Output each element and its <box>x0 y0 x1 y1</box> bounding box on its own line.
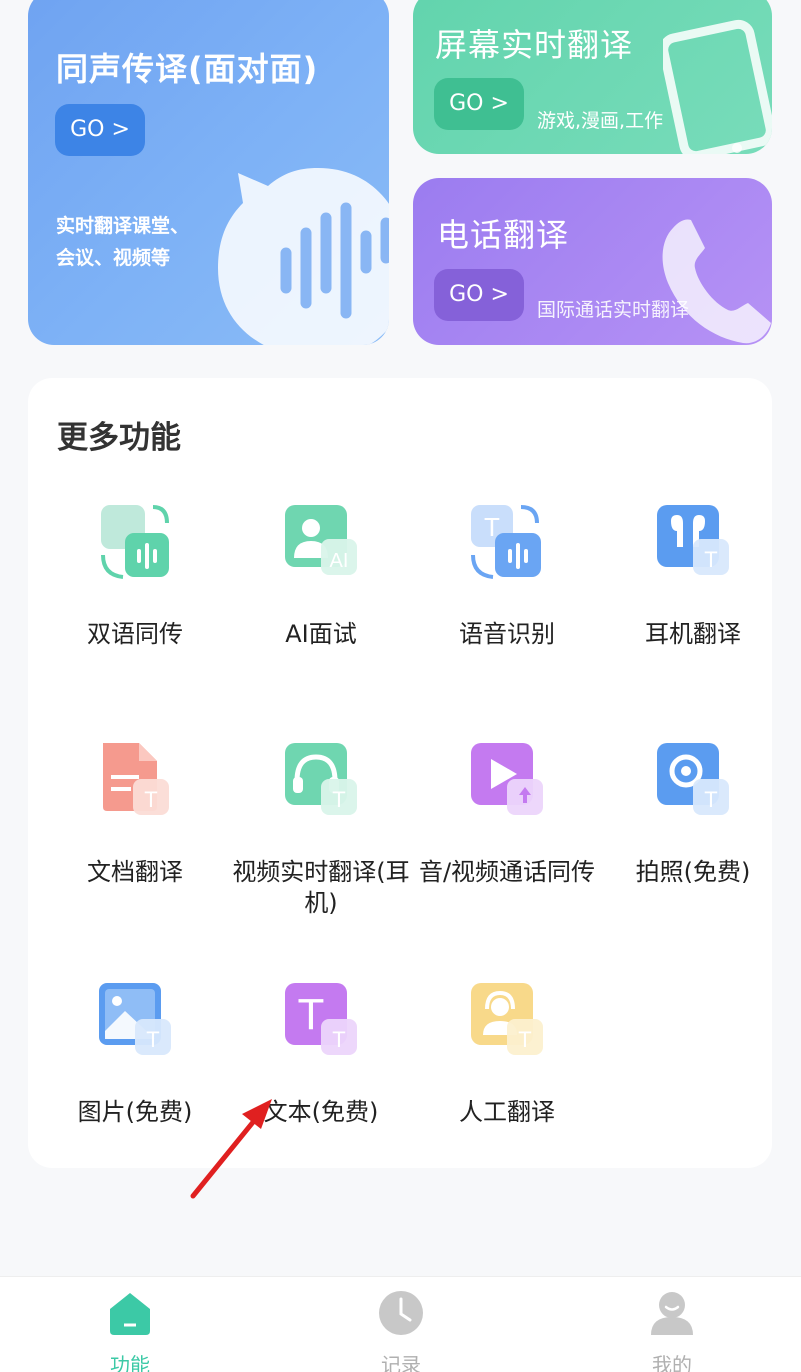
card-title: 电话翻译 <box>437 216 570 254</box>
nav-label: 我的 <box>652 1353 692 1372</box>
nav-label: 记录 <box>381 1353 421 1372</box>
feature-label: 双语同传 <box>87 620 183 648</box>
feature-text-translate[interactable]: T T 文本(免费) <box>228 981 414 1128</box>
card-description: 游戏,漫画,工作 <box>537 110 664 132</box>
svg-text:T: T <box>298 990 325 1039</box>
photo-translate-icon: T <box>653 741 733 821</box>
feature-document-translate[interactable]: T 文档翻译 <box>42 741 228 888</box>
image-translate-icon: T <box>95 981 175 1061</box>
feature-video-realtime[interactable]: T 视频实时翻译(耳机) <box>228 741 414 919</box>
feature-av-call[interactable]: 音/视频通话同传 <box>414 741 600 888</box>
feature-label: 图片(免费) <box>77 1098 193 1126</box>
bilingual-icon <box>95 503 175 583</box>
svg-text:AI: AI <box>330 550 349 572</box>
feature-speech-recognition[interactable]: T 语音识别 <box>414 503 600 650</box>
feature-earphone-translate[interactable]: T 耳机翻译 <box>600 503 786 650</box>
feature-image-translate[interactable]: T 图片(免费) <box>42 981 228 1128</box>
earphone-translate-icon: T <box>653 503 733 583</box>
screen-translate-card[interactable]: 屏幕实时翻译 GO > 游戏,漫画,工作 <box>413 0 772 154</box>
text-translate-icon: T T <box>281 981 361 1061</box>
phone-translate-card[interactable]: 电话翻译 GO > 国际通话实时翻译 <box>413 178 772 345</box>
nav-item-features[interactable]: 功能 <box>60 1277 200 1372</box>
feature-label: 视频实时翻译(耳机) <box>232 858 410 917</box>
home-icon <box>106 1289 154 1337</box>
feature-photo-translate[interactable]: T 拍照(免费) <box>600 741 786 888</box>
ai-interview-icon: AI <box>281 503 361 583</box>
feature-label: 音/视频通话同传 <box>418 858 596 886</box>
human-translate-icon: T <box>467 981 547 1061</box>
feature-page: 同声传译(面对面) GO > 实时翻译课堂、 会议、视频等 屏幕实时翻译 GO … <box>0 0 801 1372</box>
nav-item-records[interactable]: 记录 <box>331 1277 471 1372</box>
card-title: 屏幕实时翻译 <box>435 26 634 64</box>
feature-label: 文本(免费) <box>263 1098 379 1126</box>
feature-label: 人工翻译 <box>459 1098 555 1126</box>
svg-text:T: T <box>146 1027 159 1052</box>
voice-bubble-icon <box>218 168 389 345</box>
phone-go-button[interactable]: GO > <box>434 269 524 321</box>
feature-human-translate[interactable]: T 人工翻译 <box>414 981 600 1128</box>
document-translate-icon: T <box>95 741 175 821</box>
av-call-icon <box>467 741 547 821</box>
card-description: 实时翻译课堂、 会议、视频等 <box>56 210 189 274</box>
telephone-icon <box>662 219 771 344</box>
svg-text:T: T <box>144 787 157 812</box>
simultaneous-go-button[interactable]: GO > <box>55 104 145 156</box>
svg-text:T: T <box>704 787 717 812</box>
feature-label: 文档翻译 <box>87 858 183 886</box>
feature-label: 耳机翻译 <box>645 620 741 648</box>
bottom-nav: 功能 记录 我的 <box>0 1276 801 1372</box>
simultaneous-interpretation-card[interactable]: 同声传译(面对面) GO > 实时翻译课堂、 会议、视频等 <box>28 0 389 345</box>
svg-text:T: T <box>518 1027 531 1052</box>
svg-text:T: T <box>332 1027 345 1052</box>
feature-ai-interview[interactable]: AI AI面试 <box>228 503 414 650</box>
feature-label: 拍照(免费) <box>635 858 751 886</box>
screen-go-button[interactable]: GO > <box>434 78 524 130</box>
tablet-icon <box>663 19 772 154</box>
card-desc-line-1: 实时翻译课堂、 <box>56 215 190 237</box>
svg-text:T: T <box>704 547 717 572</box>
feature-label: AI面试 <box>285 620 357 648</box>
more-features-title: 更多功能 <box>57 420 181 456</box>
card-desc-line-2: 会议、视频等 <box>56 247 171 269</box>
more-features-panel: 更多功能 双语同传 AI AI面试 T 语音识别 T 耳机翻译 T 文档翻译 T… <box>28 378 772 1168</box>
speech-recognition-icon: T <box>467 503 547 583</box>
nav-label: 功能 <box>110 1353 150 1372</box>
feature-bilingual[interactable]: 双语同传 <box>42 503 228 650</box>
feature-label: 语音识别 <box>459 620 555 648</box>
clock-icon <box>377 1289 425 1337</box>
nav-item-profile[interactable]: 我的 <box>602 1277 742 1372</box>
video-realtime-icon: T <box>281 741 361 821</box>
profile-icon <box>648 1289 696 1337</box>
card-title: 同声传译(面对面) <box>56 50 319 88</box>
svg-text:T: T <box>332 787 345 812</box>
